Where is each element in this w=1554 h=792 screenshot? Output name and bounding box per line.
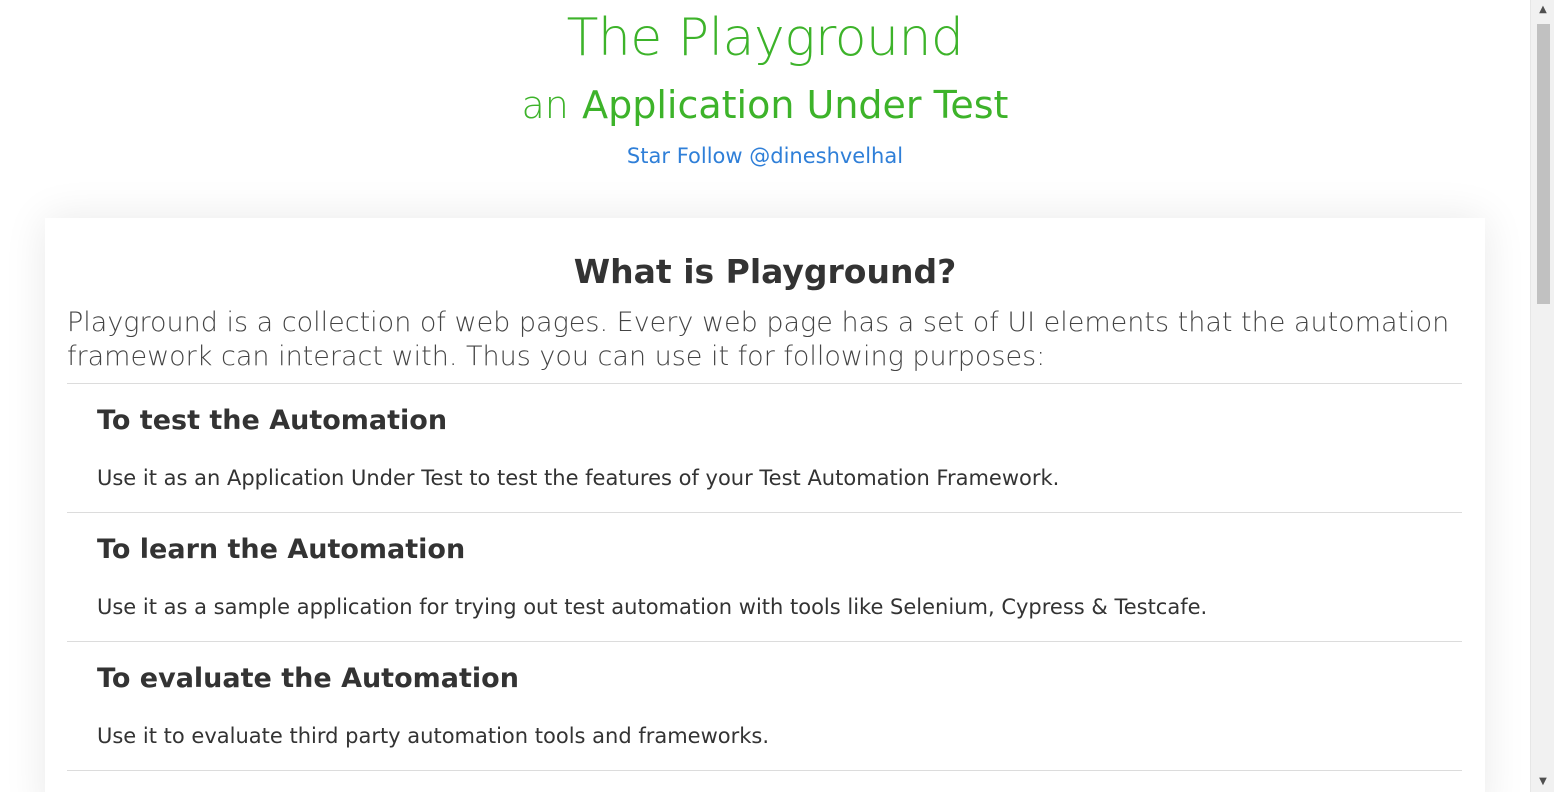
subtitle-main: Application Under Test: [582, 83, 1009, 127]
github-star-link[interactable]: Star: [627, 144, 670, 168]
purpose-description: Use it as an Application Under Test to t…: [97, 466, 1060, 490]
subtitle-prefix: an: [521, 83, 569, 127]
github-links: Star Follow @dineshvelhal: [0, 143, 1530, 169]
scroll-up-arrow-icon[interactable]: ▲: [1531, 0, 1554, 20]
purpose-item-learn: To learn the Automation Use it as a samp…: [67, 513, 1462, 642]
purpose-description: Use it as a sample application for tryin…: [97, 595, 1208, 619]
purpose-item-test: To test the Automation Use it as an Appl…: [67, 384, 1462, 513]
scrollbar-thumb[interactable]: [1537, 24, 1550, 304]
purpose-list: To test the Automation Use it as an Appl…: [67, 383, 1462, 771]
page-content: The Playground an Application Under Test…: [0, 0, 1530, 792]
purpose-title: To evaluate the Automation: [97, 663, 519, 694]
about-card: What is Playground? Playground is a coll…: [45, 218, 1485, 792]
purpose-title: To test the Automation: [97, 405, 448, 436]
site-header: The Playground an Application Under Test…: [0, 0, 1530, 210]
vertical-scrollbar[interactable]: ▲ ▼: [1530, 0, 1554, 792]
card-heading: What is Playground?: [573, 252, 957, 291]
browser-viewport: The Playground an Application Under Test…: [0, 0, 1554, 792]
scroll-down-arrow-icon[interactable]: ▼: [1531, 772, 1554, 792]
site-subtitle: an Application Under Test: [0, 82, 1530, 128]
purpose-item-evaluate: To evaluate the Automation Use it to eva…: [67, 642, 1462, 771]
card-intro-text: Playground is a collection of web pages.…: [67, 307, 1450, 372]
purpose-description: Use it to evaluate third party automatio…: [97, 724, 770, 748]
site-title: The Playground: [566, 8, 964, 68]
purpose-title: To learn the Automation: [97, 534, 466, 565]
github-follow-link[interactable]: Follow @dineshvelhal: [677, 144, 903, 168]
